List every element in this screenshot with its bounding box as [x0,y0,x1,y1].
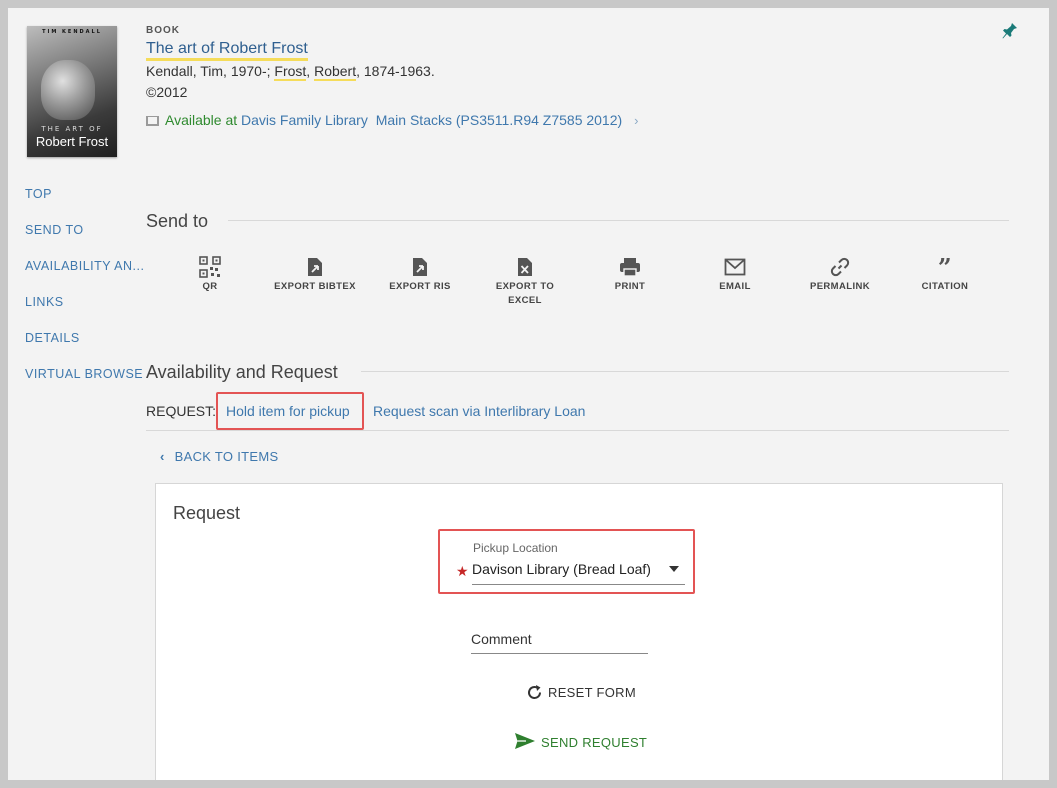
dropdown-caret-icon [669,566,679,572]
request-label: REQUEST: [146,403,217,419]
nav-availability[interactable]: AVAILABILITY AN... [25,259,144,273]
nav-links[interactable]: LINKS [25,295,64,309]
action-export-bibtex[interactable]: EXPORT BIBTEX [270,254,360,294]
record-title[interactable]: The art of Robert Frost [146,39,308,61]
send-arrow-icon [515,733,535,749]
export-file-icon [413,258,427,276]
action-permalink[interactable]: PERMALINK [795,254,885,294]
excel-file-icon [518,258,532,276]
publication-date: ©2012 [146,84,188,100]
resource-type: BOOK [146,25,180,36]
availability-status: Available at [165,112,238,128]
send-request-label: SEND REQUEST [541,735,648,750]
comment-placeholder: Comment [471,631,532,647]
cover-name-text: Robert Frost [35,134,109,149]
cover-author-text: TIM KENDALL [42,29,102,35]
quote-icon: ” [937,252,953,282]
printer-icon [620,258,640,277]
envelope-icon [724,258,746,276]
comment-field[interactable]: Comment [471,631,648,654]
pin-icon[interactable] [1002,22,1018,40]
shelf-location[interactable]: Main Stacks (PS3511.R94 Z7585 2012) [376,112,622,128]
action-export-ris[interactable]: EXPORT RIS [375,254,465,294]
qr-code-icon [199,256,221,278]
request-scan-link[interactable]: Request scan via Interlibrary Loan [373,403,585,419]
send-to-divider [228,220,1009,221]
request-form-title: Request [173,503,241,523]
nav-top[interactable]: TOP [25,187,52,201]
link-icon [830,257,850,277]
required-star-icon: ★ [456,564,469,580]
chevron-left-icon: ‹ [160,449,165,464]
reset-form-label: RESET FORM [548,685,636,700]
availability-divider [361,371,1009,372]
nav-send-to[interactable]: SEND TO [25,223,84,237]
action-export-excel-label: EXPORT TO EXCEL [495,281,555,306]
nav-details[interactable]: DETAILS [25,331,80,345]
back-to-items-label: BACK TO ITEMS [174,449,279,464]
full-record-panel: TIM KENDALL THE ART OF Robert Frost BOOK… [8,8,1049,780]
record-authors: Kendall, Tim, 1970-; Frost, Robert, 1874… [146,63,435,81]
action-qr[interactable]: QR [165,254,255,294]
pickup-location-select[interactable]: Davison Library (Bread Loaf) [472,559,685,585]
action-export-ris-label: EXPORT RIS [389,281,451,292]
action-permalink-label: PERMALINK [809,281,871,292]
nav-virtual-browse[interactable]: VIRTUAL BROWSE [25,367,143,381]
cover-art-text: THE ART OF [41,125,103,133]
export-file-icon [308,258,322,276]
availability-heading: Availability and Request [146,362,338,382]
reset-form-button[interactable]: RESET FORM [526,684,636,701]
author-frost-first[interactable]: Robert [314,63,357,81]
book-cover-image[interactable]: TIM KENDALL THE ART OF Robert Frost [27,26,117,157]
action-export-excel[interactable]: EXPORT TO EXCEL [480,254,570,308]
author-separator: , [306,63,315,79]
author-frost-dates: , 1874-1963. [356,63,435,79]
send-request-button[interactable]: SEND REQUEST [514,732,647,750]
availability-line[interactable]: Available at Davis Family Library Main S… [146,112,638,128]
action-email[interactable]: EMAIL [690,254,780,294]
action-qr-label: QR [202,281,218,292]
action-citation[interactable]: ” CITATION [900,252,990,294]
action-citation-label: CITATION [921,281,969,292]
action-export-bibtex-label: EXPORT BIBTEX [274,281,356,292]
request-divider [146,430,1009,431]
author-kendall[interactable]: Kendall, Tim, 1970-; [146,63,274,79]
action-print-label: PRINT [614,281,646,292]
back-to-items-button[interactable]: ‹ BACK TO ITEMS [160,449,278,464]
book-icon [146,116,159,126]
action-print[interactable]: PRINT [585,254,675,294]
pickup-location-label: Pickup Location [473,541,558,555]
author-frost-last[interactable]: Frost [274,63,307,81]
hold-item-link[interactable]: Hold item for pickup [226,403,350,419]
library-name[interactable]: Davis Family Library [241,112,368,128]
pickup-location-value: Davison Library (Bread Loaf) [472,561,651,577]
refresh-icon [528,685,541,699]
request-form-card: Request Pickup Location ★ Davison Librar… [155,483,1003,780]
action-email-label: EMAIL [719,281,751,292]
send-to-heading: Send to [146,211,209,231]
chevron-right-icon[interactable]: › [634,113,638,128]
